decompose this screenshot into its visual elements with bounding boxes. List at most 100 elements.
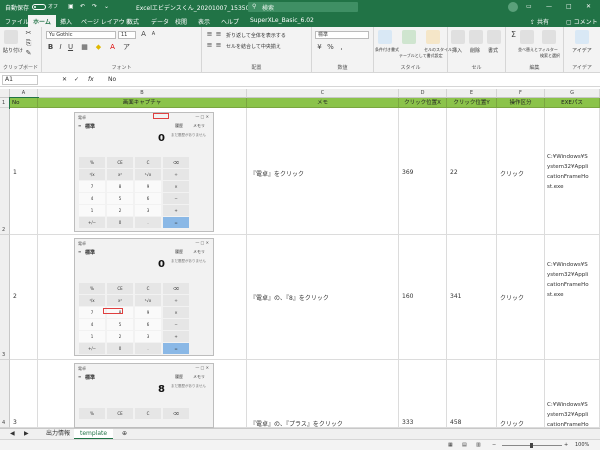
- screenshot-image[interactable]: 電卓 — □ ✕ ≡ 標準 履歴 メモリ まだ履歴がありません 8% CE C ⌫: [74, 363, 214, 428]
- column-header-a[interactable]: A: [10, 89, 38, 98]
- header-cell-operation[interactable]: 操作区分: [497, 98, 545, 108]
- redo-icon[interactable]: ↷: [92, 3, 97, 10]
- minimize-icon[interactable]: —: [546, 3, 552, 10]
- cell-exe-path[interactable]: C:¥Windows¥System32¥ApplicationFrameHost…: [545, 108, 600, 235]
- column-header-f[interactable]: F: [497, 89, 545, 98]
- tab-file[interactable]: ファイル: [5, 17, 29, 26]
- cell-click-y[interactable]: 341: [447, 235, 497, 360]
- ribbon-display-icon[interactable]: ▭: [526, 3, 532, 10]
- share-button[interactable]: ⇪ 共有: [530, 17, 549, 26]
- phonetic-icon[interactable]: ア: [122, 43, 131, 52]
- enter-icon[interactable]: ✓: [74, 76, 79, 83]
- cell-click-x[interactable]: 160: [399, 235, 447, 360]
- cell-styles-icon[interactable]: [426, 30, 440, 44]
- font-name-combo[interactable]: Yu Gothic: [46, 31, 116, 39]
- tab-data[interactable]: データ: [151, 17, 169, 26]
- underline-icon[interactable]: U: [66, 43, 75, 52]
- column-header-e[interactable]: E: [447, 89, 497, 98]
- column-header-b[interactable]: B: [38, 89, 247, 98]
- screenshot-image[interactable]: 電卓 — □ ✕ ≡ 標準 履歴 メモリ まだ履歴がありません 0% CE C ⌫ ¹/x x² ²√x ÷…: [74, 238, 214, 356]
- align-top-icon[interactable]: ≡: [205, 30, 214, 39]
- tab-view[interactable]: 表示: [198, 17, 210, 26]
- shrink-font-icon[interactable]: A: [149, 30, 158, 39]
- conditional-format-icon[interactable]: [378, 30, 392, 44]
- page-break-view-icon[interactable]: ▥: [476, 442, 481, 448]
- paste-icon[interactable]: [4, 30, 18, 44]
- find-select-icon[interactable]: [542, 30, 556, 44]
- column-header-g[interactable]: G: [545, 89, 600, 98]
- align-left-icon[interactable]: ≡: [205, 41, 214, 50]
- cell-no[interactable]: 1: [10, 108, 38, 235]
- autosave-toggle[interactable]: [32, 4, 46, 10]
- row-header-3[interactable]: 3: [0, 235, 10, 360]
- tab-home[interactable]: ホーム: [28, 15, 56, 27]
- font-size-combo[interactable]: 11: [118, 31, 136, 39]
- select-all-corner[interactable]: [0, 89, 10, 98]
- column-header-d[interactable]: D: [399, 89, 447, 98]
- cell-memo[interactable]: 『電卓』をクリック: [247, 108, 399, 235]
- align-middle-icon[interactable]: ≡: [214, 30, 223, 39]
- page-layout-view-icon[interactable]: ▤: [462, 442, 467, 448]
- cell-click-x[interactable]: 333: [399, 360, 447, 428]
- cell-memo[interactable]: 『電卓』の、『8』をクリック: [247, 235, 399, 360]
- name-box[interactable]: A1: [2, 75, 38, 85]
- zoom-slider-thumb[interactable]: [530, 443, 533, 448]
- cell-click-y[interactable]: 22: [447, 108, 497, 235]
- tab-superxle[interactable]: SuperXLe_Basic_6.02: [250, 17, 314, 24]
- copy-icon[interactable]: ⎘: [24, 39, 33, 48]
- format-as-table-icon[interactable]: [402, 30, 416, 44]
- search-box[interactable]: ⚲ 検索: [248, 2, 358, 12]
- wrap-text-button[interactable]: 折り返して全体を表示する: [226, 32, 286, 39]
- maximize-icon[interactable]: □: [566, 3, 572, 10]
- tab-formulas[interactable]: 数式: [127, 17, 139, 26]
- header-cell-memo[interactable]: メモ: [247, 98, 399, 108]
- tab-help[interactable]: ヘルプ: [221, 17, 239, 26]
- cell-click-y[interactable]: 458: [447, 360, 497, 428]
- cell-no[interactable]: 3: [10, 360, 38, 428]
- header-cell-screenshot[interactable]: 画面キャプチャ: [38, 98, 247, 108]
- zoom-in-icon[interactable]: +: [564, 442, 568, 448]
- comma-icon[interactable]: ,: [337, 43, 346, 52]
- delete-cells-icon[interactable]: [469, 30, 483, 44]
- header-cell-exe-path[interactable]: EXEパス: [545, 98, 600, 108]
- italic-icon[interactable]: I: [56, 43, 65, 52]
- fill-color-icon[interactable]: ◆: [94, 43, 103, 52]
- font-color-icon[interactable]: A: [108, 43, 117, 52]
- autosum-icon[interactable]: Σ: [509, 30, 518, 39]
- cell-memo[interactable]: 『電卓』の、『プラス』をクリック: [247, 360, 399, 428]
- cell-exe-path[interactable]: C:¥Windows¥System32¥ApplicationFrameHost…: [545, 360, 600, 428]
- row-header-1[interactable]: 1: [0, 98, 10, 108]
- format-cells-icon[interactable]: [487, 30, 501, 44]
- align-center-icon[interactable]: ≡: [214, 41, 223, 50]
- cell-no[interactable]: 2: [10, 235, 38, 360]
- formula-input[interactable]: No: [108, 76, 116, 83]
- row-header-4[interactable]: 4: [0, 360, 10, 428]
- insert-cells-icon[interactable]: [451, 30, 465, 44]
- zoom-level[interactable]: 100%: [575, 442, 589, 448]
- save-icon[interactable]: ▣: [68, 3, 74, 10]
- sort-filter-icon[interactable]: [520, 30, 534, 44]
- comments-button[interactable]: ▢ コメント: [566, 17, 598, 26]
- account-avatar[interactable]: [508, 2, 518, 12]
- tab-insert[interactable]: 挿入: [60, 17, 72, 26]
- header-cell-click-y[interactable]: クリック位置Y: [447, 98, 497, 108]
- format-painter-icon[interactable]: ✎: [24, 49, 33, 58]
- currency-icon[interactable]: ¥: [315, 43, 324, 52]
- cell-exe-path[interactable]: C:¥Windows¥System32¥ApplicationFrameHost…: [545, 235, 600, 360]
- borders-icon[interactable]: ▦: [80, 43, 89, 52]
- undo-icon[interactable]: ↶: [80, 3, 85, 10]
- percent-icon[interactable]: %: [326, 43, 335, 52]
- zoom-out-icon[interactable]: −: [492, 442, 496, 448]
- qat-dropdown-icon[interactable]: ⌄: [104, 3, 109, 10]
- normal-view-icon[interactable]: ▦: [448, 442, 453, 448]
- cell-click-x[interactable]: 369: [399, 108, 447, 235]
- fx-button[interactable]: fx: [88, 76, 94, 83]
- row-header-2[interactable]: 2: [0, 108, 10, 235]
- cell-operation[interactable]: クリック: [497, 235, 545, 360]
- tab-review[interactable]: 校閲: [175, 17, 187, 26]
- cut-icon[interactable]: ✂: [24, 29, 33, 38]
- column-header-c[interactable]: C: [247, 89, 399, 98]
- close-icon[interactable]: ✕: [586, 3, 591, 10]
- merge-center-button[interactable]: セルを結合して中央揃え: [226, 43, 281, 50]
- header-cell-click-x[interactable]: クリック位置X: [399, 98, 447, 108]
